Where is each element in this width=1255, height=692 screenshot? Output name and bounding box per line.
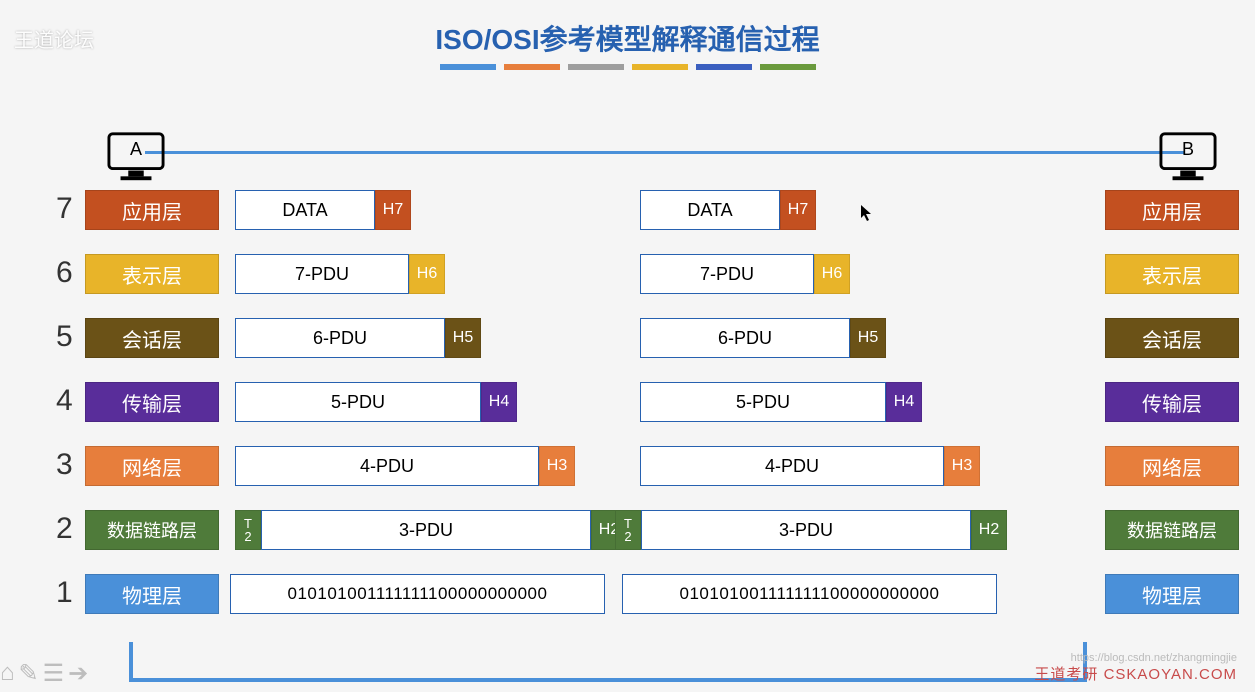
layer-number: 6 [56, 256, 73, 290]
layer-number: 2 [56, 512, 73, 546]
pdu-b-layer-5: 6-PDUH5 [640, 318, 886, 358]
pdu-header: H4 [886, 382, 922, 422]
pdu-body: 6-PDU [235, 318, 445, 358]
layer-left-7: 应用层 [85, 190, 219, 230]
title-underline-bar [0, 64, 1255, 70]
pdu-body: 3-PDU [641, 510, 971, 550]
pdu-a-layer-2: T23-PDUH2 [235, 510, 627, 550]
layer-row-1: 1 物理层 物理层 010101001111111100000000000 010101… [10, 570, 1245, 632]
layer-row-2: 2数据链路层数据链路层T23-PDUH2T23-PDUH2 [10, 506, 1245, 568]
layer-left-4: 传输层 [85, 382, 219, 422]
pdu-header: H2 [971, 510, 1007, 550]
layer-row-7: 7应用层应用层DATAH7DATAH7 [10, 186, 1245, 248]
pdu-b-layer-1: 010101001111111100000000000 [622, 574, 997, 614]
pdu-b-layer-2: T23-PDUH2 [615, 510, 1007, 550]
bar-segment [696, 64, 752, 70]
pdu-body: 010101001111111100000000000 [230, 574, 605, 614]
pdu-body: 5-PDU [235, 382, 481, 422]
pdu-header: H5 [445, 318, 481, 358]
bar-segment [632, 64, 688, 70]
layer-number: 7 [56, 192, 73, 226]
pdu-body: 7-PDU [235, 254, 409, 294]
pdu-trailer: T2 [615, 510, 641, 550]
pdu-a-layer-4: 5-PDUH4 [235, 382, 517, 422]
layer-left-5: 会话层 [85, 318, 219, 358]
layer-left-2: 数据链路层 [85, 510, 219, 550]
pdu-header: H7 [780, 190, 816, 230]
pdu-b-layer-6: 7-PDUH6 [640, 254, 850, 294]
host-a-label: A [107, 139, 165, 160]
layer-number: 3 [56, 448, 73, 482]
pdu-header: H5 [850, 318, 886, 358]
bar-segment [440, 64, 496, 70]
host-b-label: B [1159, 139, 1217, 160]
pdu-header: H3 [539, 446, 575, 486]
layer-right-5: 会话层 [1105, 318, 1239, 358]
layer-number: 1 [56, 576, 73, 610]
layer-right-6: 表示层 [1105, 254, 1239, 294]
pdu-body: 5-PDU [640, 382, 886, 422]
pdu-body: 6-PDU [640, 318, 850, 358]
pdu-b-layer-4: 5-PDUH4 [640, 382, 922, 422]
layer-number: 5 [56, 320, 73, 354]
bar-segment [568, 64, 624, 70]
pdu-b-layer-7: DATAH7 [640, 190, 816, 230]
layer-number: 4 [56, 384, 73, 418]
layer-right-7: 应用层 [1105, 190, 1239, 230]
pdu-b-layer-3: 4-PDUH3 [640, 446, 980, 486]
layer-left-1: 物理层 [85, 574, 219, 614]
pdu-header: H3 [944, 446, 980, 486]
layer-right-4: 传输层 [1105, 382, 1239, 422]
host-a-icon: A [107, 131, 165, 188]
pdu-header: H6 [409, 254, 445, 294]
pdu-header: H4 [481, 382, 517, 422]
pdu-body: 4-PDU [640, 446, 944, 486]
layer-row-6: 6表示层表示层7-PDUH67-PDUH6 [10, 250, 1245, 312]
pdu-body: DATA [235, 190, 375, 230]
layer-right-1: 物理层 [1105, 574, 1239, 614]
layer-row-4: 4传输层传输层5-PDUH45-PDUH4 [10, 378, 1245, 440]
bottom-connection-line [129, 678, 1087, 682]
pdu-body: 4-PDU [235, 446, 539, 486]
layer-row-5: 5会话层会话层6-PDUH56-PDUH5 [10, 314, 1245, 376]
layer-row-3: 3网络层网络层4-PDUH34-PDUH3 [10, 442, 1245, 504]
pdu-a-layer-6: 7-PDUH6 [235, 254, 445, 294]
pdu-a-layer-5: 6-PDUH5 [235, 318, 481, 358]
host-b-icon: B [1159, 131, 1217, 188]
osi-layers-area: 7应用层应用层DATAH7DATAH76表示层表示层7-PDUH67-PDUH6… [10, 186, 1245, 634]
page-title: ISO/OSI参考模型解释通信过程 [0, 18, 1255, 58]
pdu-a-layer-3: 4-PDUH3 [235, 446, 575, 486]
top-connection-line [145, 151, 1185, 154]
pdu-a-layer-7: DATAH7 [235, 190, 411, 230]
pdu-body: 010101001111111100000000000 [622, 574, 997, 614]
bar-segment [760, 64, 816, 70]
pdu-header: H6 [814, 254, 850, 294]
bar-segment [504, 64, 560, 70]
pdu-body: 7-PDU [640, 254, 814, 294]
pdu-body: 3-PDU [261, 510, 591, 550]
pdu-body: DATA [640, 190, 780, 230]
layer-left-3: 网络层 [85, 446, 219, 486]
pdu-trailer: T2 [235, 510, 261, 550]
pdu-header: H7 [375, 190, 411, 230]
layer-right-2: 数据链路层 [1105, 510, 1239, 550]
pdu-a-layer-1: 010101001111111100000000000 [230, 574, 605, 614]
watermark-top-left: 王道论坛 [14, 24, 94, 53]
layer-right-3: 网络层 [1105, 446, 1239, 486]
layer-left-6: 表示层 [85, 254, 219, 294]
